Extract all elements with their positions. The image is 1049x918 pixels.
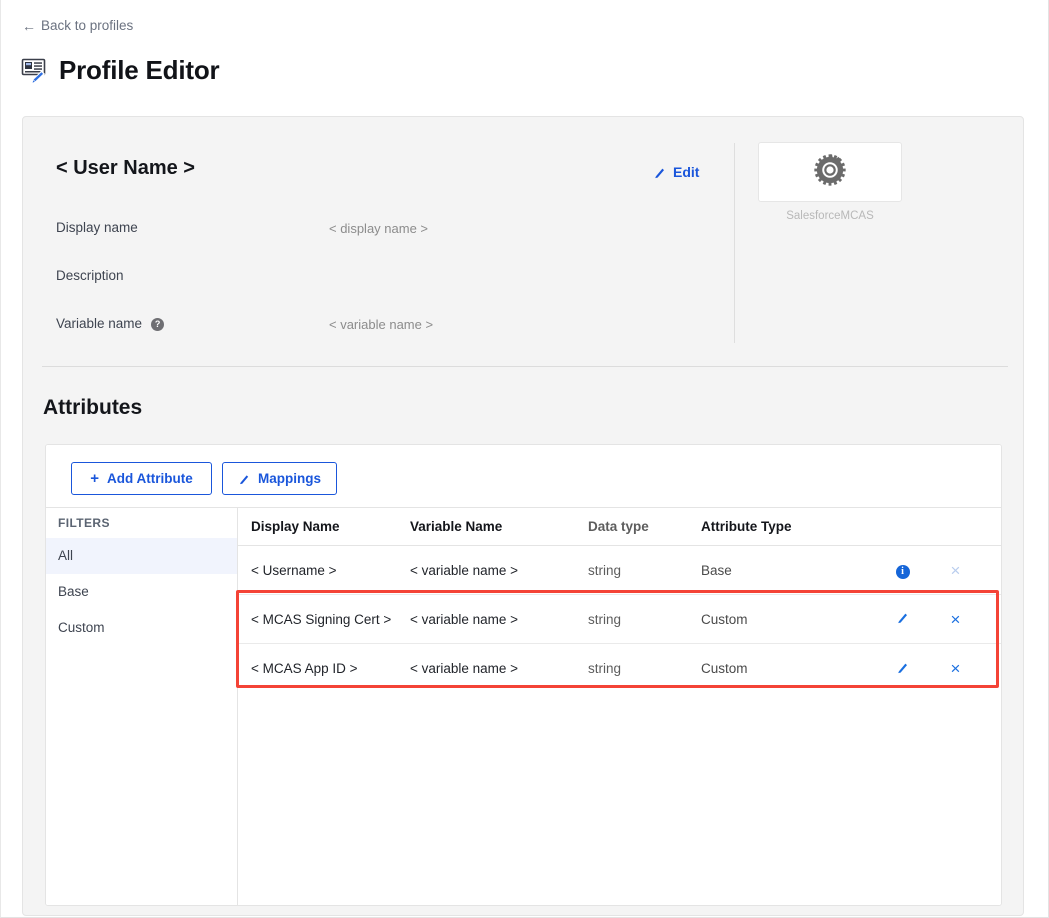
page-title: Profile Editor [59, 57, 219, 83]
plus-icon: + [90, 471, 99, 486]
cell-variable-name: < variable name > [410, 661, 588, 676]
attributes-toolbar: + Add Attribute Mappings [46, 445, 1001, 507]
field-value-variable-name: < variable name > [329, 317, 433, 332]
row-action-info[interactable]: i [876, 562, 929, 579]
pencil-icon [238, 473, 250, 485]
edit-profile-label: Edit [673, 164, 699, 180]
filters-panel: FILTERS All Base Custom [46, 507, 238, 905]
pencil-icon [653, 166, 666, 179]
table-row[interactable]: < MCAS App ID > < variable name > string… [238, 644, 1001, 693]
profile-card: < User Name > Edit [22, 116, 1024, 916]
filter-item-custom[interactable]: Custom [46, 610, 237, 646]
row-action-delete[interactable]: × [929, 660, 982, 677]
add-attribute-label: Add Attribute [107, 471, 193, 486]
edit-pencil-icon[interactable] [896, 661, 909, 674]
profile-editor-icon [21, 56, 49, 84]
column-header-display-name: Display Name [238, 519, 410, 534]
close-icon[interactable]: × [951, 611, 961, 628]
edit-profile-button[interactable]: Edit [653, 164, 699, 180]
row-action-edit[interactable] [876, 661, 929, 677]
back-to-profiles-label: Back to profiles [41, 18, 133, 33]
back-to-profiles-link[interactable]: ← Back to profiles [22, 18, 133, 33]
cell-display-name: < Username > [238, 563, 410, 578]
table-row[interactable]: < MCAS Signing Cert > < variable name > … [238, 595, 1001, 644]
close-icon[interactable]: × [951, 562, 961, 579]
cell-data-type: string [588, 661, 701, 676]
attributes-table-card: + Add Attribute Mappings FILTERS All Bas… [45, 444, 1002, 906]
field-row-variable-name: Variable name? [56, 316, 164, 331]
profile-vertical-divider [734, 143, 735, 343]
filters-heading: FILTERS [46, 508, 237, 538]
back-arrow-icon: ← [22, 19, 36, 33]
cell-attribute-type: Base [701, 563, 876, 578]
help-icon[interactable]: ? [151, 318, 164, 331]
info-icon[interactable]: i [896, 565, 910, 579]
row-action-edit[interactable] [876, 611, 929, 627]
attributes-section-title: Attributes [43, 396, 142, 420]
column-header-attribute-type: Attribute Type [701, 519, 876, 534]
app-name-label: SalesforceMCAS [758, 210, 902, 222]
column-header-variable-name: Variable Name [410, 519, 588, 534]
field-value-display-name: < display name > [329, 221, 428, 236]
cell-variable-name: < variable name > [410, 563, 588, 578]
cell-display-name: < MCAS App ID > [238, 661, 410, 676]
close-icon[interactable]: × [951, 660, 961, 677]
section-divider [42, 366, 1008, 367]
edit-pencil-icon[interactable] [896, 611, 909, 624]
cell-attribute-type: Custom [701, 661, 876, 676]
field-label-display-name: Display name [56, 220, 138, 235]
cell-data-type: string [588, 612, 701, 627]
add-attribute-button[interactable]: + Add Attribute [71, 462, 212, 495]
cell-display-name: < MCAS Signing Cert > [238, 612, 410, 627]
mappings-button[interactable]: Mappings [222, 462, 337, 495]
field-label-description: Description [56, 268, 124, 283]
profile-user-name: < User Name > [56, 157, 195, 180]
filter-item-base[interactable]: Base [46, 574, 237, 610]
row-action-delete[interactable]: × [929, 562, 982, 579]
table-row[interactable]: < Username > < variable name > string Ba… [238, 546, 1001, 595]
cell-data-type: string [588, 563, 701, 578]
table-header-row: Display Name Variable Name Data type Att… [238, 508, 1001, 546]
mappings-label: Mappings [258, 471, 321, 486]
attributes-table: Display Name Variable Name Data type Att… [238, 507, 1001, 905]
field-label-variable-name: Variable name [56, 316, 142, 331]
gear-icon [812, 152, 848, 193]
app-tile[interactable] [758, 142, 902, 202]
cell-variable-name: < variable name > [410, 612, 588, 627]
profile-editor-page: ← Back to profiles Profile Editor < User… [0, 0, 1049, 918]
row-action-delete[interactable]: × [929, 611, 982, 628]
cell-attribute-type: Custom [701, 612, 876, 627]
filter-item-all[interactable]: All [46, 538, 237, 574]
column-header-data-type: Data type [588, 519, 701, 534]
page-title-row: Profile Editor [21, 56, 219, 84]
